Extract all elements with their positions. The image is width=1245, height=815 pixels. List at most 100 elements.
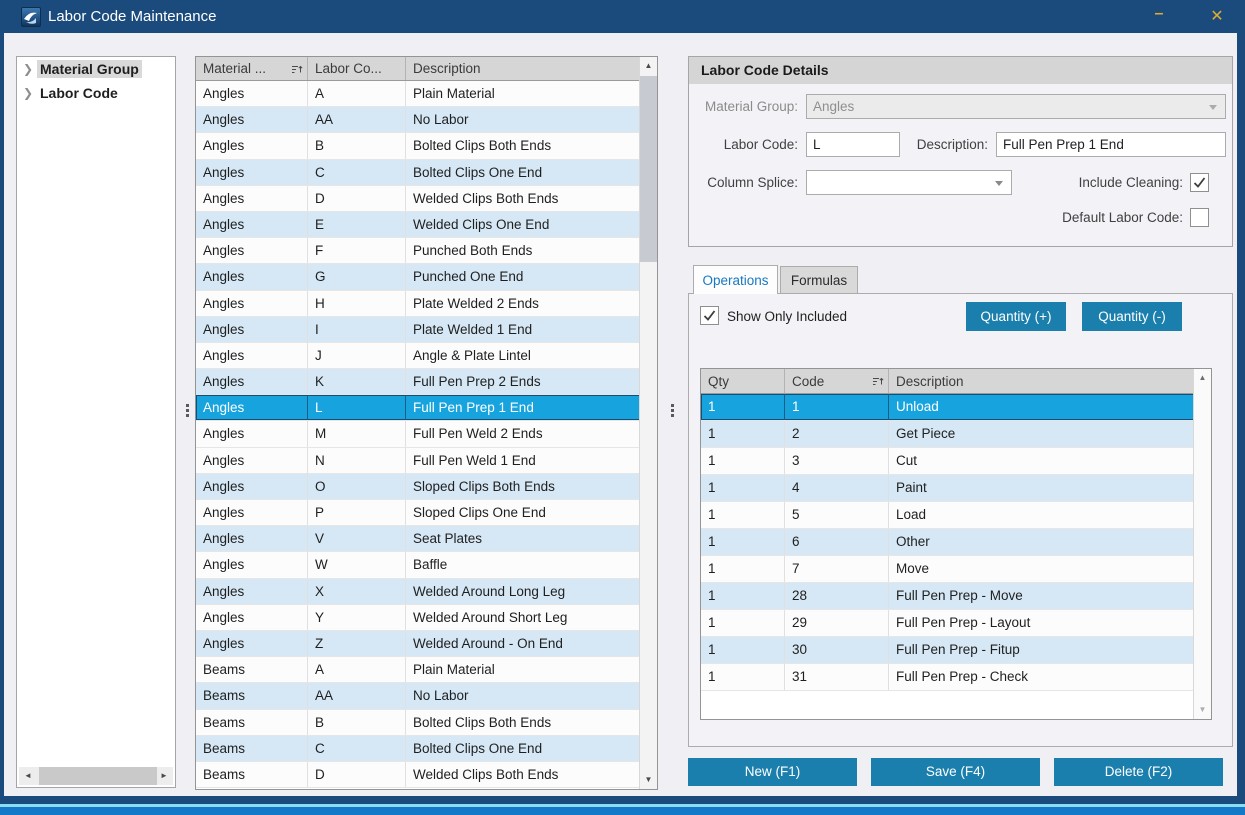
new-button[interactable]: New (F1) <box>688 758 857 786</box>
material-group-dropdown[interactable]: Angles <box>806 94 1226 119</box>
tab-formulas[interactable]: Formulas <box>780 266 858 294</box>
delete-button[interactable]: Delete (F2) <box>1054 758 1223 786</box>
labor-table-cell-code: O <box>308 474 406 499</box>
labor-table-column-header-labor-co[interactable]: Labor Co... <box>308 57 406 80</box>
operations-table-row[interactable]: 14Paint <box>701 475 1211 502</box>
labor-table-cell-code: Z <box>308 631 406 656</box>
labor-table-row[interactable]: AnglesLFull Pen Prep 1 End <box>196 395 657 421</box>
operations-table-row[interactable]: 130Full Pen Prep - Fitup <box>701 637 1211 664</box>
tree-item-label: Material Group <box>37 60 142 78</box>
operations-table-row[interactable]: 131Full Pen Prep - Check <box>701 664 1211 691</box>
labor-table-row[interactable]: AnglesXWelded Around Long Leg <box>196 579 657 605</box>
labor-table-cell-material: Angles <box>196 81 308 106</box>
scroll-right-arrow-icon[interactable]: ► <box>155 767 173 785</box>
scroll-up-arrow-icon[interactable]: ▲ <box>640 57 657 75</box>
operations-table-row[interactable]: 17Move <box>701 556 1211 583</box>
quantity-plus-button[interactable]: Quantity (+) <box>966 302 1066 331</box>
labor-table-row[interactable]: AnglesAANo Labor <box>196 107 657 133</box>
operations-table-row[interactable]: 12Get Piece <box>701 421 1211 448</box>
labor-code-input[interactable] <box>806 132 900 157</box>
labor-table-cell-description: Sloped Clips Both Ends <box>406 474 641 499</box>
operations-table-scrollbar[interactable]: ▲ ▼ <box>1193 369 1211 719</box>
operations-table-row[interactable]: 128Full Pen Prep - Move <box>701 583 1211 610</box>
labor-table-row[interactable]: AnglesPSloped Clips One End <box>196 500 657 526</box>
labor-table-row[interactable]: AnglesCBolted Clips One End <box>196 160 657 186</box>
operations-table-row[interactable]: 11Unload <box>701 394 1211 421</box>
labor-table-cell-code: C <box>308 736 406 761</box>
tree-scrollbar-thumb[interactable] <box>39 767 157 785</box>
operations-table-row[interactable]: 16Other <box>701 529 1211 556</box>
labor-table-row[interactable]: AnglesOSloped Clips Both Ends <box>196 474 657 500</box>
labor-table-row[interactable]: AnglesHPlate Welded 2 Ends <box>196 291 657 317</box>
labor-table-row[interactable]: AnglesVSeat Plates <box>196 526 657 552</box>
labor-table-cell-code: D <box>308 186 406 211</box>
scroll-down-arrow-icon[interactable]: ▼ <box>640 771 657 789</box>
labor-table-row[interactable]: AnglesKFull Pen Prep 2 Ends <box>196 369 657 395</box>
labor-table-column-header-material[interactable]: Material ... <box>196 57 308 80</box>
operations-table-row[interactable]: 129Full Pen Prep - Layout <box>701 610 1211 637</box>
operations-table: QtyCodeDescription 11Unload12Get Piece13… <box>700 368 1212 720</box>
chevron-right-icon[interactable]: ❯ <box>23 57 37 81</box>
labor-table-row[interactable]: AnglesFPunched Both Ends <box>196 238 657 264</box>
operations-table-column-header-code[interactable]: Code <box>785 369 889 393</box>
labor-table-row[interactable]: AnglesBBolted Clips Both Ends <box>196 133 657 159</box>
labor-table-row[interactable]: AnglesMFull Pen Weld 2 Ends <box>196 421 657 447</box>
labor-table-cell-material: Angles <box>196 474 308 499</box>
operations-table-cell-qty: 1 <box>701 583 785 609</box>
operations-table-column-header-qty[interactable]: Qty <box>701 369 785 393</box>
column-splice-dropdown[interactable] <box>806 170 1012 195</box>
labor-table-row[interactable]: AnglesNFull Pen Weld 1 End <box>196 448 657 474</box>
labor-table-scrollbar[interactable]: ▲ ▼ <box>639 57 657 789</box>
operations-table-row[interactable]: 15Load <box>701 502 1211 529</box>
sort-ascending-icon <box>291 64 303 74</box>
operations-table-row[interactable]: 13Cut <box>701 448 1211 475</box>
tab-operations[interactable]: Operations <box>693 265 778 294</box>
labor-table-row[interactable]: AnglesYWelded Around Short Leg <box>196 605 657 631</box>
labor-table-cell-code: B <box>308 710 406 735</box>
tree-item-material-group[interactable]: ❯Material Group <box>17 57 175 81</box>
chevron-right-icon[interactable]: ❯ <box>23 81 37 105</box>
include-cleaning-checkbox[interactable] <box>1190 173 1209 192</box>
labor-table-cell-description: Bolted Clips One End <box>406 160 641 185</box>
labor-table-row[interactable]: AnglesJAngle & Plate Lintel <box>196 343 657 369</box>
labor-table-cell-material: Angles <box>196 421 308 446</box>
save-button[interactable]: Save (F4) <box>871 758 1040 786</box>
labor-table-cell-code: V <box>308 526 406 551</box>
labor-table-column-header-description[interactable]: Description <box>406 57 641 80</box>
labor-table-row[interactable]: AnglesGPunched One End <box>196 264 657 290</box>
scroll-left-arrow-icon[interactable]: ◄ <box>19 767 37 785</box>
operations-table-cell-description: Full Pen Prep - Layout <box>889 610 1195 636</box>
tree-item-labor-code[interactable]: ❯Labor Code <box>17 81 175 105</box>
quantity-minus-button[interactable]: Quantity (-) <box>1082 302 1182 331</box>
labor-table-row[interactable]: AnglesWBaffle <box>196 552 657 578</box>
scroll-down-arrow-icon[interactable]: ▼ <box>1194 701 1211 719</box>
show-only-included-checkbox[interactable] <box>700 306 719 325</box>
labor-table-cell-material: Beams <box>196 762 308 787</box>
labor-table-row[interactable]: BeamsDWelded Clips Both Ends <box>196 762 657 788</box>
labor-table-cell-material: Angles <box>196 317 308 342</box>
labor-table-cell-material: Angles <box>196 291 308 316</box>
splitter-handle-right[interactable] <box>668 402 676 428</box>
labor-table-cell-code: F <box>308 238 406 263</box>
labor-table-row[interactable]: AnglesZWelded Around - On End <box>196 631 657 657</box>
labor-table-row[interactable]: BeamsAPlain Material <box>196 657 657 683</box>
labor-table-row[interactable]: AnglesAPlain Material <box>196 81 657 107</box>
scroll-up-arrow-icon[interactable]: ▲ <box>1194 369 1211 387</box>
labor-table-row[interactable]: BeamsAANo Labor <box>196 683 657 709</box>
minimize-button[interactable]: – <box>1138 0 1180 33</box>
labor-table-row[interactable]: AnglesEWelded Clips One End <box>196 212 657 238</box>
labor-scrollbar-thumb[interactable] <box>640 76 657 262</box>
splitter-handle-left[interactable] <box>183 402 191 428</box>
tree-horizontal-scrollbar[interactable]: ◄ ► <box>19 767 173 785</box>
default-labor-code-checkbox[interactable] <box>1190 208 1209 227</box>
labor-table-row[interactable]: BeamsCBolted Clips One End <box>196 736 657 762</box>
operations-table-cell-qty: 1 <box>701 448 785 474</box>
description-input[interactable] <box>996 132 1226 157</box>
labor-table-row[interactable]: BeamsBBolted Clips Both Ends <box>196 710 657 736</box>
labor-table-cell-description: Sloped Clips One End <box>406 500 641 525</box>
labor-table-row[interactable]: AnglesDWelded Clips Both Ends <box>196 186 657 212</box>
close-button[interactable]: ✕ <box>1196 0 1238 33</box>
operations-table-column-header-description[interactable]: Description <box>889 369 1195 393</box>
chevron-down-icon <box>1209 105 1217 110</box>
labor-table-row[interactable]: AnglesIPlate Welded 1 End <box>196 317 657 343</box>
